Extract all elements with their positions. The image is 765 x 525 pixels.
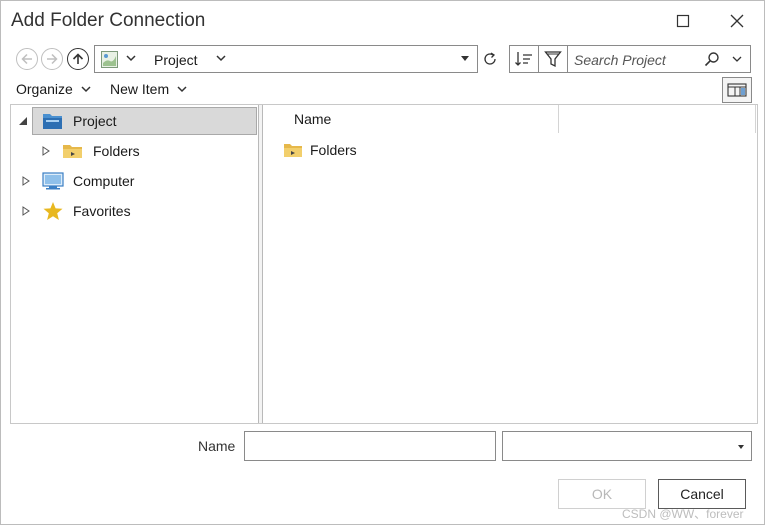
up-button[interactable] xyxy=(67,48,89,70)
view-options-button[interactable] xyxy=(722,77,752,103)
tree-item-computer[interactable]: Computer xyxy=(11,167,256,195)
folder-icon xyxy=(283,141,303,159)
list-item-folders[interactable]: Folders xyxy=(283,139,357,161)
location-text: Project xyxy=(154,52,198,68)
browser-panes: Project Folders Computer Favorites Name … xyxy=(10,104,758,424)
arrow-right-icon xyxy=(47,53,58,65)
tree-item-label: Favorites xyxy=(73,203,131,219)
add-folder-connection-dialog: Add Folder Connection Project Search Pro… xyxy=(0,0,765,525)
chevron-down-icon xyxy=(177,86,187,93)
forward-button[interactable] xyxy=(41,48,63,70)
chevron-down-icon xyxy=(81,86,91,93)
tree-item-label: Folders xyxy=(93,143,140,159)
filter-icon xyxy=(544,51,562,68)
sort-button[interactable] xyxy=(509,45,539,73)
folder-icon xyxy=(62,141,84,161)
chevron-down-icon[interactable] xyxy=(215,52,227,64)
tree-item-label: Project xyxy=(73,113,117,129)
location-box[interactable]: Project xyxy=(94,45,478,73)
new-item-menu[interactable]: New Item xyxy=(110,81,188,97)
organize-menu[interactable]: Organize xyxy=(16,81,92,97)
column-header-empty[interactable] xyxy=(559,105,756,133)
collapsed-triangle-icon[interactable] xyxy=(21,176,31,186)
close-button[interactable] xyxy=(721,7,753,35)
chevron-down-icon[interactable] xyxy=(731,53,743,65)
title-bar: Add Folder Connection xyxy=(1,1,764,41)
dropdown-arrow-icon xyxy=(738,445,744,449)
star-icon xyxy=(42,201,64,221)
name-label: Name xyxy=(198,438,236,454)
arrow-up-icon xyxy=(72,53,84,64)
close-icon xyxy=(730,14,744,28)
search-placeholder: Search Project xyxy=(574,52,666,68)
project-map-icon xyxy=(101,51,118,68)
type-filter-select[interactable] xyxy=(502,431,752,461)
chevron-down-icon[interactable] xyxy=(125,52,137,64)
dropdown-arrow-icon[interactable] xyxy=(460,53,470,63)
tree-item-folders[interactable]: Folders xyxy=(31,137,256,165)
expand-triangle-icon[interactable] xyxy=(18,116,28,126)
filter-button[interactable] xyxy=(538,45,568,73)
tree-item-project[interactable]: Project xyxy=(19,107,257,135)
back-button[interactable] xyxy=(16,48,38,70)
collapsed-triangle-icon[interactable] xyxy=(21,206,31,216)
arrow-left-icon xyxy=(21,53,32,65)
refresh-button[interactable] xyxy=(479,45,501,73)
dialog-title: Add Folder Connection xyxy=(11,10,206,31)
name-input[interactable] xyxy=(244,431,496,461)
view-options-icon xyxy=(727,83,747,97)
search-icon[interactable] xyxy=(704,51,720,67)
list-item-label: Folders xyxy=(310,142,357,158)
contents-pane: Name Folders xyxy=(263,105,757,423)
navigation-bar: Project Search Project xyxy=(1,43,764,75)
search-box[interactable]: Search Project xyxy=(567,45,751,73)
watermark: CSDN @WW、forever xyxy=(622,507,744,521)
refresh-icon xyxy=(484,52,496,65)
organize-label: Organize xyxy=(16,81,73,97)
project-icon xyxy=(42,111,64,131)
sort-icon xyxy=(515,52,532,66)
tree-item-favorites[interactable]: Favorites xyxy=(11,197,256,225)
collapsed-triangle-icon[interactable] xyxy=(41,146,51,156)
tree-item-label: Computer xyxy=(73,173,135,189)
maximize-icon xyxy=(676,14,690,28)
menu-bar: Organize New Item xyxy=(1,77,764,103)
column-header-name[interactable]: Name xyxy=(263,105,559,133)
new-item-label: New Item xyxy=(110,81,170,97)
maximize-button[interactable] xyxy=(667,7,699,35)
computer-icon xyxy=(42,171,64,191)
navigation-tree: Project Folders Computer Favorites xyxy=(11,105,258,423)
